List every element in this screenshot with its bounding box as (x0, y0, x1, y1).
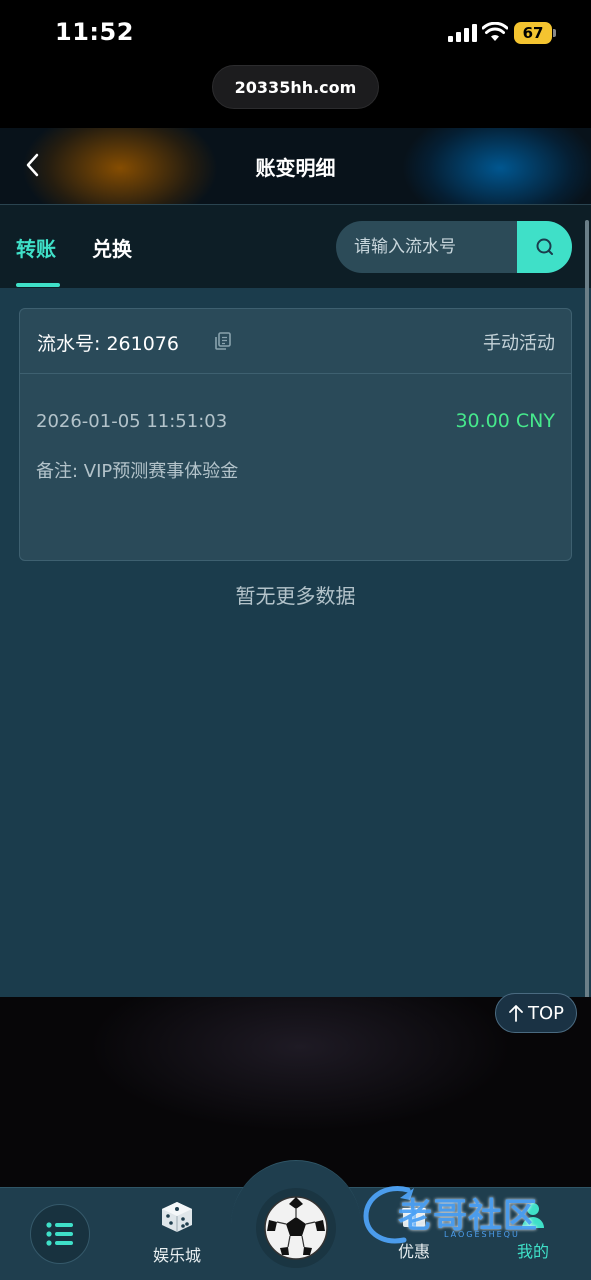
status-time: 11:52 (55, 18, 134, 46)
url-text: 20335hh.com (234, 77, 357, 97)
menu-button[interactable] (30, 1204, 90, 1264)
url-bar[interactable]: 20335hh.com (212, 65, 379, 109)
battery-level: 67 (522, 24, 544, 42)
record-card: 流水号: 261076 手动活动 2026-01-05 11:51:03 30.… (19, 308, 572, 561)
top-label: TOP (527, 1002, 565, 1024)
nav-casino-label: 娱乐城 (152, 1246, 201, 1265)
dice-icon (162, 1202, 192, 1232)
browser-url-area: 20335hh.com (0, 62, 591, 128)
record-datetime: 2026-01-05 11:51:03 (36, 411, 228, 432)
serial-search-input[interactable] (336, 221, 517, 273)
tabs-row: 转账 兑换 (0, 204, 591, 288)
watermark-logo: 老哥社区 LAOGESHEQU (360, 1180, 582, 1250)
center-sports-button[interactable] (256, 1188, 336, 1268)
record-amount: 30.00 CNY (455, 410, 555, 432)
list-menu-icon (46, 1222, 73, 1246)
battery-tip (553, 29, 556, 37)
search-icon (536, 238, 553, 255)
no-more-data-text: 暂无更多数据 (235, 584, 356, 608)
page-header: 账变明细 (0, 128, 591, 204)
nav-casino[interactable]: 娱乐城 (147, 1200, 207, 1266)
cellular-signal-icon (448, 24, 477, 42)
serial-number: 流水号: 261076 (37, 333, 179, 355)
records-list: 流水号: 261076 手动活动 2026-01-05 11:51:03 30.… (0, 288, 591, 997)
search-box (336, 221, 572, 273)
arrow-up-icon (509, 1005, 523, 1022)
soccer-ball-icon (264, 1196, 328, 1260)
active-tab-indicator (16, 283, 60, 287)
wifi-icon (482, 22, 508, 41)
search-button[interactable] (517, 221, 572, 273)
record-type: 手动活动 (483, 333, 555, 354)
back-to-top-button[interactable]: TOP (495, 993, 577, 1033)
watermark-subtext: LAOGESHEQU (444, 1230, 520, 1239)
tab-transfer[interactable]: 转账 (16, 233, 56, 262)
page-title: 账变明细 (255, 156, 336, 180)
status-bar: 11:52 67 (0, 0, 591, 62)
record-card-header: 流水号: 261076 手动活动 (20, 309, 571, 374)
copy-icon[interactable] (213, 331, 233, 351)
record-remark: 备注: VIP预测赛事体验金 (36, 461, 239, 482)
battery-indicator: 67 (514, 22, 552, 44)
tab-exchange[interactable]: 兑换 (92, 233, 132, 262)
